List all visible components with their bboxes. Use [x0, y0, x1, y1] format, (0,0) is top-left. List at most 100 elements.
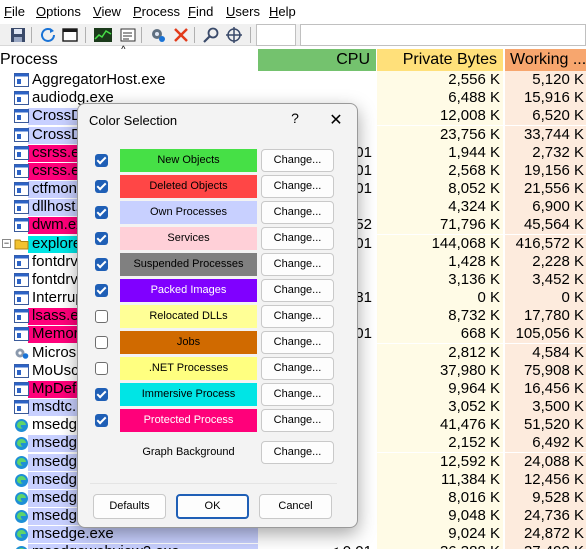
process-name: Interrup: [32, 289, 84, 306]
color-option-row: New Objects Change...: [78, 149, 357, 173]
process-name: AggregatorHost.exe: [32, 71, 166, 88]
find-window-icon[interactable]: [225, 26, 243, 44]
color-option-checkbox[interactable]: [95, 258, 108, 271]
kill-process-icon[interactable]: [172, 26, 190, 44]
close-button[interactable]: ✕: [327, 110, 345, 130]
dialog-title: Color Selection: [89, 113, 178, 128]
color-option-row: Deleted Objects Change...: [78, 175, 357, 199]
working-set-value: 12,456 K: [523, 471, 584, 488]
window-icon: [14, 364, 29, 378]
working-set-value: 37,492 K: [505, 543, 584, 549]
edge-icon: [14, 473, 29, 487]
process-name: msedgewebview2.exe: [32, 543, 180, 549]
window-icon: [14, 164, 29, 178]
cpu-graph[interactable]: [256, 24, 296, 46]
change-color-button[interactable]: Change...: [261, 227, 334, 250]
change-color-button[interactable]: Change...: [261, 357, 334, 380]
header-process[interactable]: Process: [0, 49, 256, 71]
process-name: fontdrv: [32, 253, 78, 270]
header-working-set[interactable]: Working ...: [505, 49, 586, 71]
color-option-checkbox[interactable]: [95, 206, 108, 219]
color-option-row: Suspended Processes Change...: [78, 253, 357, 277]
color-option-checkbox[interactable]: [95, 154, 108, 167]
color-option-row: Services Change...: [78, 227, 357, 251]
change-color-button[interactable]: Change...: [261, 175, 334, 198]
menu-bar: File Options View Process Find Users Hel…: [0, 0, 586, 24]
color-option-checkbox[interactable]: [95, 414, 108, 427]
menu-view[interactable]: View: [93, 4, 121, 20]
window-icon[interactable]: [61, 26, 79, 44]
private-bytes-value: 9,024 K: [448, 525, 500, 542]
menu-help[interactable]: Help: [269, 4, 296, 20]
menu-process[interactable]: Process: [133, 4, 180, 20]
menu-find[interactable]: Find: [188, 4, 213, 20]
color-option-checkbox[interactable]: [95, 284, 108, 297]
change-color-button[interactable]: Change...: [261, 201, 334, 224]
menu-options[interactable]: Options: [36, 4, 81, 20]
graph-background-change-button[interactable]: Change...: [261, 441, 334, 464]
process-name: Memor: [32, 325, 79, 342]
change-color-button[interactable]: Change...: [261, 305, 334, 328]
help-button[interactable]: ?: [287, 110, 303, 126]
window-icon: [14, 255, 29, 269]
private-bytes-value: 1,944 K: [448, 144, 500, 161]
color-option-checkbox[interactable]: [95, 310, 108, 323]
process-name: explore: [32, 235, 82, 252]
working-set-value: 5,120 K: [532, 71, 584, 88]
process-name: CrossD: [32, 126, 83, 143]
process-row[interactable]: AggregatorHost.exe 2,556 K 5,120 K: [0, 71, 586, 89]
change-color-button[interactable]: Change...: [261, 383, 334, 406]
color-option-checkbox[interactable]: [95, 336, 108, 349]
change-color-button[interactable]: Change...: [261, 331, 334, 354]
settings-icon[interactable]: [149, 26, 167, 44]
menu-file[interactable]: File: [4, 4, 25, 20]
window-icon: [14, 327, 29, 341]
graph-background-label: Graph Background: [142, 446, 235, 458]
change-color-button[interactable]: Change...: [261, 409, 334, 432]
process-row[interactable]: msedgewebview2.exe < 0.01 36,388 K 37,492 K: [0, 543, 586, 549]
working-set-value: 4,584 K: [532, 344, 584, 361]
color-selection-dialog: Color Selection ? ✕ New Objects Change...…: [77, 103, 358, 528]
color-option-checkbox[interactable]: [95, 388, 108, 401]
color-option-checkbox[interactable]: [95, 232, 108, 245]
defaults-button[interactable]: Defaults: [93, 494, 166, 519]
working-set-value: 3,500 K: [532, 398, 584, 415]
working-set-value: 17,780 K: [523, 307, 584, 324]
working-set-value: 33,744 K: [523, 126, 584, 143]
refresh-icon[interactable]: [39, 26, 57, 44]
working-set-value: 416,572 K: [515, 235, 584, 252]
working-set-value: 105,056 K: [515, 325, 584, 342]
edge-icon: [14, 491, 29, 505]
header-private-bytes[interactable]: Private Bytes: [377, 49, 503, 71]
change-color-button[interactable]: Change...: [261, 279, 334, 302]
properties-icon[interactable]: [119, 26, 137, 44]
working-set-value: 9,528 K: [532, 489, 584, 506]
color-swatch: Deleted Objects: [120, 175, 257, 198]
private-bytes-value: 1,428 K: [448, 253, 500, 270]
window-icon: [14, 73, 29, 87]
memory-graph[interactable]: [300, 24, 586, 46]
private-bytes-value: 8,052 K: [448, 180, 500, 197]
edge-icon: [14, 418, 29, 432]
expand-icon[interactable]: −: [2, 239, 11, 248]
private-bytes-value: 71,796 K: [439, 216, 500, 233]
process-name: dwm.ex: [32, 216, 84, 233]
edge-icon: [14, 545, 29, 549]
header-cpu[interactable]: CPU: [258, 49, 376, 71]
window-icon: [14, 273, 29, 287]
cancel-button[interactable]: Cancel: [259, 494, 332, 519]
system-info-icon[interactable]: [94, 26, 112, 44]
save-icon[interactable]: [9, 26, 27, 44]
color-option-row: Packed Images Change...: [78, 279, 357, 303]
change-color-button[interactable]: Change...: [261, 149, 334, 172]
menu-users[interactable]: Users: [226, 4, 260, 20]
change-color-button[interactable]: Change...: [261, 253, 334, 276]
window-icon: [14, 291, 29, 305]
color-option-checkbox[interactable]: [95, 362, 108, 375]
find-icon[interactable]: [202, 26, 220, 44]
working-set-value: 75,908 K: [523, 362, 584, 379]
working-set-value: 0 K: [561, 289, 584, 306]
color-option-row: Relocated DLLs Change...: [78, 305, 357, 329]
color-option-checkbox[interactable]: [95, 180, 108, 193]
ok-button[interactable]: OK: [176, 494, 249, 519]
